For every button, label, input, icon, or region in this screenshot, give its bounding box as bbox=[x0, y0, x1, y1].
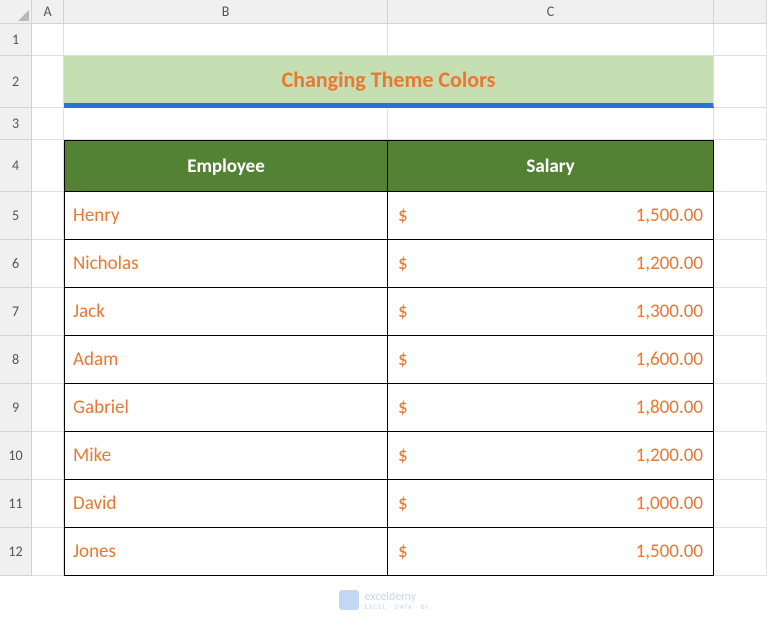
employee-cell[interactable]: Jones bbox=[64, 528, 388, 576]
employee-cell[interactable]: Jack bbox=[64, 288, 388, 336]
salary-value: 1,000.00 bbox=[636, 492, 703, 515]
salary-cell[interactable]: $1,800.00 bbox=[388, 384, 714, 432]
row-header-10[interactable]: 10 bbox=[0, 432, 32, 480]
cell-C3[interactable] bbox=[388, 108, 714, 140]
cell-D9[interactable] bbox=[714, 384, 767, 432]
row-header-2[interactable]: 2 bbox=[0, 56, 32, 108]
table-header-salary[interactable]: Salary bbox=[388, 140, 714, 192]
salary-value: 1,200.00 bbox=[636, 252, 703, 275]
row-header-5[interactable]: 5 bbox=[0, 192, 32, 240]
row-header-3[interactable]: 3 bbox=[0, 108, 32, 140]
cell-A1[interactable] bbox=[32, 24, 64, 56]
row-header-8[interactable]: 8 bbox=[0, 336, 32, 384]
cell-A11[interactable] bbox=[32, 480, 64, 528]
salary-cell[interactable]: $1,000.00 bbox=[388, 480, 714, 528]
salary-cell[interactable]: $1,200.00 bbox=[388, 240, 714, 288]
table-header-employee[interactable]: Employee bbox=[64, 140, 388, 192]
col-header-B[interactable]: B bbox=[64, 0, 388, 24]
cell-D8[interactable] bbox=[714, 336, 767, 384]
cell-A10[interactable] bbox=[32, 432, 64, 480]
cell-D4[interactable] bbox=[714, 140, 767, 192]
employee-cell[interactable]: David bbox=[64, 480, 388, 528]
row-header-4[interactable]: 4 bbox=[0, 140, 32, 192]
watermark-brand: exceldemy bbox=[364, 591, 428, 603]
col-header-blank[interactable] bbox=[714, 0, 767, 24]
cell-A2[interactable] bbox=[32, 56, 64, 108]
col-header-C[interactable]: C bbox=[388, 0, 714, 24]
cell-D1[interactable] bbox=[714, 24, 767, 56]
currency-symbol: $ bbox=[398, 348, 408, 371]
cell-D10[interactable] bbox=[714, 432, 767, 480]
cell-A8[interactable] bbox=[32, 336, 64, 384]
salary-value: 1,500.00 bbox=[636, 540, 703, 563]
cell-A7[interactable] bbox=[32, 288, 64, 336]
employee-cell[interactable]: Mike bbox=[64, 432, 388, 480]
salary-value: 1,800.00 bbox=[636, 396, 703, 419]
currency-symbol: $ bbox=[398, 492, 408, 515]
currency-symbol: $ bbox=[398, 444, 408, 467]
employee-cell[interactable]: Adam bbox=[64, 336, 388, 384]
currency-symbol: $ bbox=[398, 540, 408, 563]
select-all-corner[interactable] bbox=[0, 0, 32, 24]
salary-value: 1,500.00 bbox=[636, 204, 703, 227]
cell-A9[interactable] bbox=[32, 384, 64, 432]
col-header-A[interactable]: A bbox=[32, 0, 64, 24]
cell-D7[interactable] bbox=[714, 288, 767, 336]
currency-symbol: $ bbox=[398, 300, 408, 323]
currency-symbol: $ bbox=[398, 396, 408, 419]
currency-symbol: $ bbox=[398, 252, 408, 275]
employee-cell[interactable]: Gabriel bbox=[64, 384, 388, 432]
salary-cell[interactable]: $1,200.00 bbox=[388, 432, 714, 480]
cell-A3[interactable] bbox=[32, 108, 64, 140]
cell-B3[interactable] bbox=[64, 108, 388, 140]
cell-D6[interactable] bbox=[714, 240, 767, 288]
row-header-9[interactable]: 9 bbox=[0, 384, 32, 432]
cell-D5[interactable] bbox=[714, 192, 767, 240]
cell-A6[interactable] bbox=[32, 240, 64, 288]
salary-value: 1,300.00 bbox=[636, 300, 703, 323]
cell-D12[interactable] bbox=[714, 528, 767, 576]
cell-A4[interactable] bbox=[32, 140, 64, 192]
currency-symbol: $ bbox=[398, 204, 408, 227]
salary-value: 1,200.00 bbox=[636, 444, 703, 467]
cell-A12[interactable] bbox=[32, 528, 64, 576]
title-cell[interactable]: Changing Theme Colors bbox=[64, 56, 714, 108]
employee-cell[interactable]: Henry bbox=[64, 192, 388, 240]
row-header-12[interactable]: 12 bbox=[0, 528, 32, 576]
salary-cell[interactable]: $1,500.00 bbox=[388, 192, 714, 240]
employee-cell[interactable]: Nicholas bbox=[64, 240, 388, 288]
salary-value: 1,600.00 bbox=[636, 348, 703, 371]
salary-cell[interactable]: $1,600.00 bbox=[388, 336, 714, 384]
cell-A5[interactable] bbox=[32, 192, 64, 240]
row-header-1[interactable]: 1 bbox=[0, 24, 32, 56]
row-header-6[interactable]: 6 bbox=[0, 240, 32, 288]
watermark-logo-icon bbox=[338, 590, 358, 610]
cell-D2[interactable] bbox=[714, 56, 767, 108]
salary-cell[interactable]: $1,300.00 bbox=[388, 288, 714, 336]
spreadsheet-grid: A B C 1 2 Changing Theme Colors 3 4 Empl… bbox=[0, 0, 767, 576]
cell-D3[interactable] bbox=[714, 108, 767, 140]
watermark: exceldemy EXCEL · DATA · BI bbox=[338, 590, 428, 610]
row-header-7[interactable]: 7 bbox=[0, 288, 32, 336]
watermark-tagline: EXCEL · DATA · BI bbox=[364, 603, 428, 610]
row-header-11[interactable]: 11 bbox=[0, 480, 32, 528]
cell-C1[interactable] bbox=[388, 24, 714, 56]
cell-B1[interactable] bbox=[64, 24, 388, 56]
salary-cell[interactable]: $1,500.00 bbox=[388, 528, 714, 576]
cell-D11[interactable] bbox=[714, 480, 767, 528]
